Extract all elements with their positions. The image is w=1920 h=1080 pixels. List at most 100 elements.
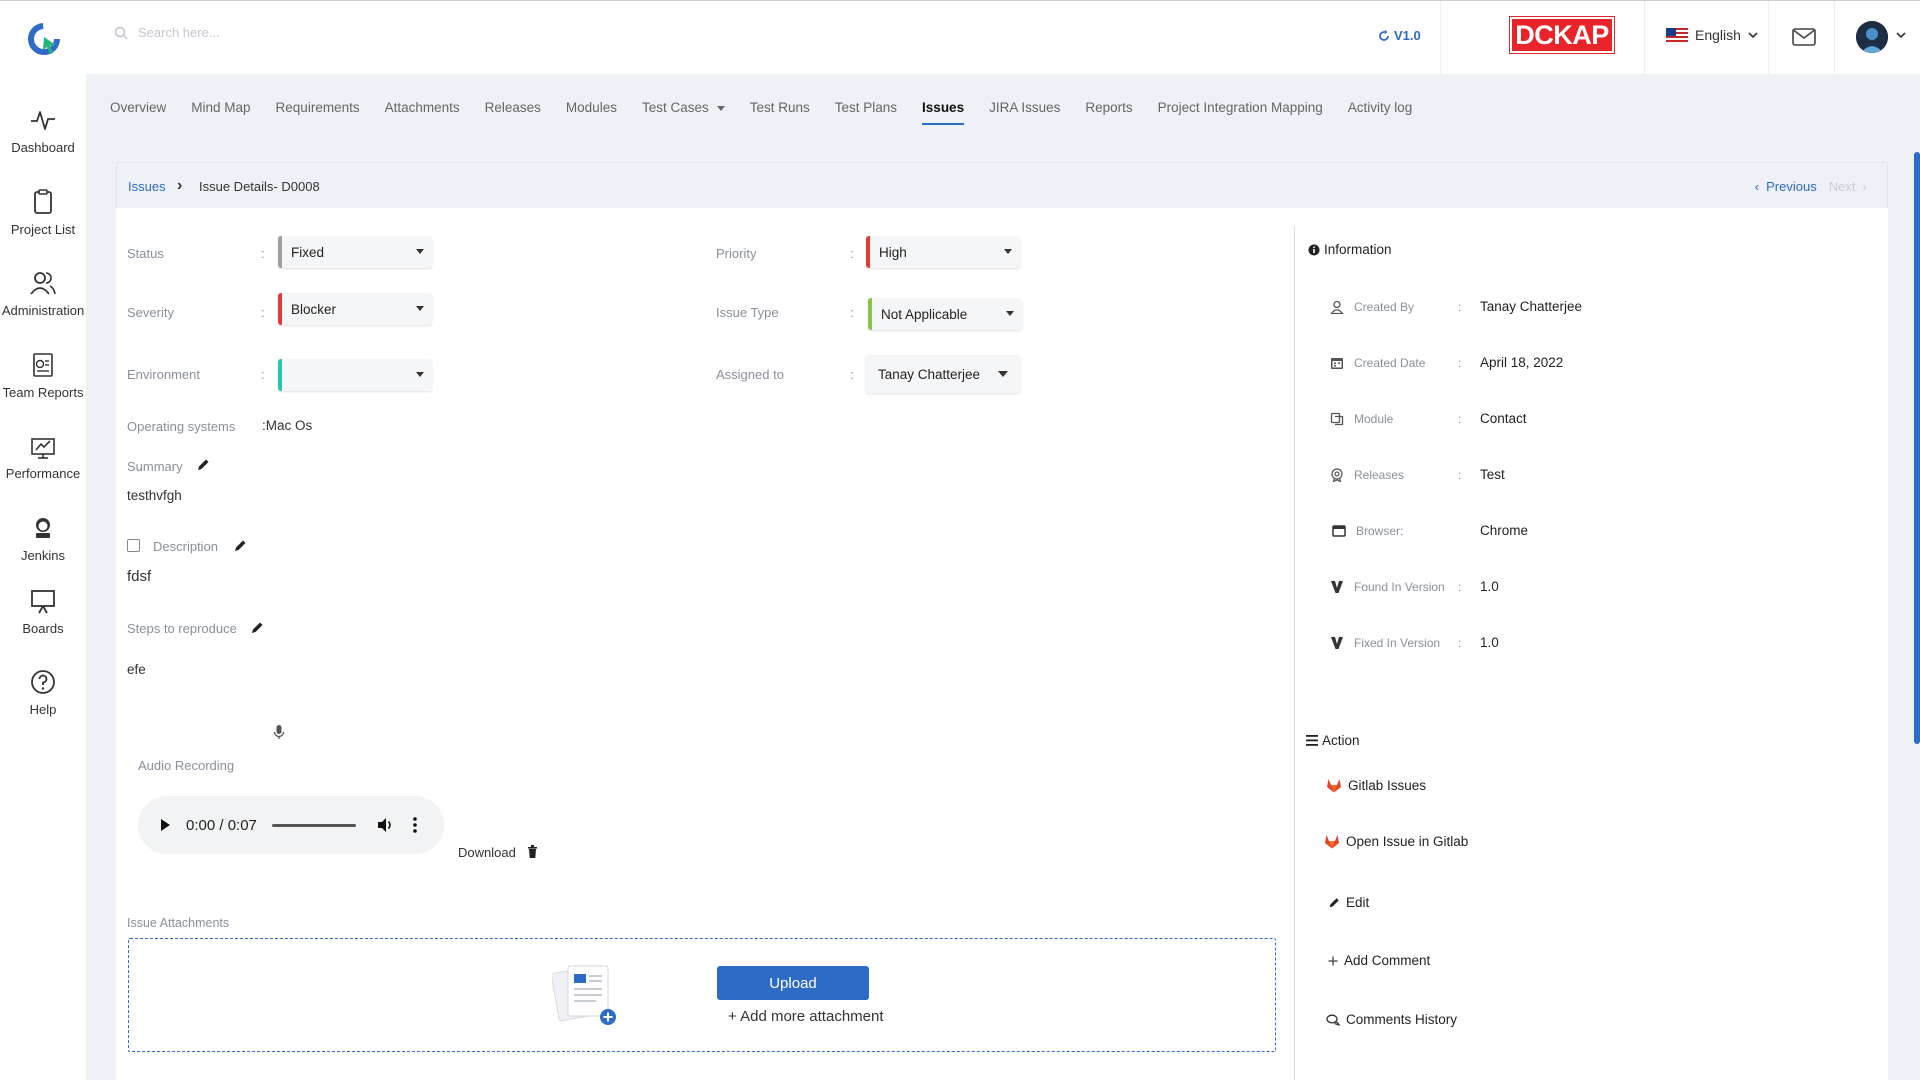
chevron-down-icon[interactable]: [1896, 31, 1906, 39]
audio-recording-label: Audio Recording: [138, 758, 235, 773]
add-comment-action[interactable]: Add Comment: [1328, 953, 1430, 968]
more-vertical-icon[interactable]: [412, 816, 418, 834]
assigned-to-value: Tanay Chatterjee: [878, 366, 981, 382]
tab-jira-issues[interactable]: JIRA Issues: [989, 100, 1060, 125]
tab-reports[interactable]: Reports: [1085, 100, 1132, 125]
tab-activity-log[interactable]: Activity log: [1348, 100, 1413, 125]
language-label: English: [1695, 27, 1741, 43]
performance-icon: [31, 438, 55, 459]
status-select[interactable]: Fixed: [278, 236, 432, 268]
previous-button[interactable]: ‹ Previous: [1755, 179, 1817, 194]
tab-test-plans[interactable]: Test Plans: [835, 100, 897, 125]
previous-label: Previous: [1766, 179, 1817, 194]
priority-label: Priority: [716, 246, 757, 261]
colon: :: [261, 367, 265, 382]
search-input[interactable]: Search here...: [114, 25, 220, 40]
version-icon: [1331, 581, 1343, 593]
description-checkbox[interactable]: [127, 539, 140, 552]
sidebar-item-jenkins[interactable]: Jenkins: [0, 514, 86, 563]
help-icon: [31, 670, 55, 694]
pencil-icon[interactable]: [250, 621, 264, 635]
info-row-releases: Releases: [1330, 468, 1404, 482]
sidebar-item-help[interactable]: Help: [0, 668, 86, 717]
environment-select[interactable]: [278, 359, 432, 391]
search-icon: [114, 26, 128, 40]
chevron-down-icon: [1748, 32, 1758, 39]
sidebar-item-performance[interactable]: Performance: [0, 432, 86, 481]
priority-select[interactable]: High: [866, 236, 1020, 268]
tab-mind-map[interactable]: Mind Map: [191, 100, 250, 125]
audio-progress-track[interactable]: [272, 824, 356, 827]
mail-icon[interactable]: [1792, 27, 1816, 47]
issue-type-label: Issue Type: [716, 305, 779, 320]
pencil-icon[interactable]: [196, 458, 210, 472]
tab-test-runs[interactable]: Test Runs: [750, 100, 810, 125]
gitlab-issues-action[interactable]: Gitlab Issues: [1326, 778, 1426, 793]
sidebar-item-project-list[interactable]: Project List: [0, 188, 86, 237]
breadcrumb: Issues › Issue Details- D0008 ‹ Previous…: [116, 162, 1888, 208]
attachment-dropzone[interactable]: [128, 938, 1276, 1052]
tab-project-integration-mapping[interactable]: Project Integration Mapping: [1158, 100, 1323, 125]
assigned-to-label: Assigned to: [716, 367, 784, 382]
next-button[interactable]: Next ›: [1829, 179, 1867, 194]
sidebar-item-label: Administration: [1, 303, 85, 318]
caret-down-icon: [1004, 249, 1012, 254]
version-indicator[interactable]: V1.0: [1378, 28, 1421, 43]
created-by-value: Tanay Chatterjee: [1480, 299, 1583, 314]
colon: :: [1458, 356, 1462, 370]
tab-modules[interactable]: Modules: [566, 100, 617, 125]
issue-type-select[interactable]: Not Applicable: [868, 298, 1022, 330]
colon: :: [1458, 580, 1462, 594]
add-more-attachment-link[interactable]: + Add more attachment: [728, 1008, 884, 1025]
tab-issues[interactable]: Issues: [922, 100, 965, 125]
info-label: Releases: [1354, 468, 1405, 482]
play-icon[interactable]: [158, 818, 172, 832]
sidebar-item-label: Dashboard: [11, 140, 75, 155]
sidebar-item-label: Jenkins: [20, 548, 66, 563]
release-icon: [1331, 468, 1343, 482]
action-label: Gitlab Issues: [1348, 778, 1427, 793]
sidebar-item-boards[interactable]: Boards: [0, 587, 86, 636]
calendar-icon: [1331, 358, 1343, 369]
upload-button[interactable]: Upload: [717, 966, 869, 1000]
severity-select[interactable]: Blocker: [278, 293, 432, 325]
header-divider: [1644, 1, 1645, 75]
sidebar-item-dashboard[interactable]: Dashboard: [0, 106, 86, 155]
assigned-to-select[interactable]: Tanay Chatterjee: [866, 355, 1020, 393]
sidebar-item-label: Boards: [22, 621, 64, 636]
microphone-icon[interactable]: [273, 724, 285, 740]
sidebar-item-label: Project List: [10, 222, 76, 237]
summary-label: Summary: [127, 459, 183, 474]
breadcrumb-issues-link[interactable]: Issues: [128, 179, 166, 194]
volume-icon[interactable]: [376, 816, 394, 834]
pencil-icon[interactable]: [233, 539, 247, 553]
column-divider: [1294, 226, 1295, 1080]
tab-test-cases[interactable]: Test Cases: [642, 100, 725, 125]
language-selector[interactable]: English: [1666, 27, 1758, 43]
comments-history-action[interactable]: Comments History: [1326, 1012, 1457, 1027]
info-row-created-date: Created Date: [1330, 356, 1425, 370]
browser-icon: [1332, 525, 1346, 537]
avatar[interactable]: [1856, 21, 1888, 53]
tab-releases[interactable]: Releases: [485, 100, 541, 125]
app-logo[interactable]: [26, 21, 62, 57]
module-value: Contact: [1480, 411, 1527, 426]
tab-requirements[interactable]: Requirements: [276, 100, 360, 125]
tab-attachments[interactable]: Attachments: [385, 100, 460, 125]
gitlab-icon: [1327, 779, 1341, 793]
colon: :: [850, 246, 854, 261]
trash-icon[interactable]: [527, 845, 538, 858]
info-label: Created By: [1354, 300, 1415, 314]
info-label: Module: [1354, 412, 1394, 426]
tab-overview[interactable]: Overview: [110, 100, 166, 125]
info-row-fixed-in-version: Fixed In Version: [1330, 636, 1440, 650]
open-issue-in-gitlab-action[interactable]: Open Issue in Gitlab: [1324, 834, 1468, 849]
issue-type-value: Not Applicable: [881, 306, 968, 322]
plus-icon: [1328, 956, 1338, 965]
sidebar-item-administration[interactable]: Administration: [0, 269, 86, 318]
sidebar-item-team-reports[interactable]: Team Reports: [0, 351, 86, 400]
menu-icon: [1306, 735, 1318, 746]
download-link[interactable]: Download: [458, 845, 516, 860]
scrollbar[interactable]: [1914, 152, 1920, 744]
edit-action[interactable]: Edit: [1328, 895, 1369, 910]
